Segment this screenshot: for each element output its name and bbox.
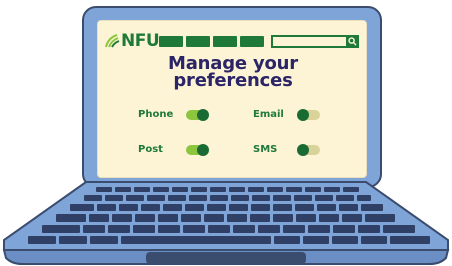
main-nav: [159, 36, 264, 47]
pref-label-email: Email: [253, 109, 284, 120]
toggle-knob: [297, 109, 309, 121]
nav-item-1[interactable]: [159, 36, 183, 47]
search-icon: [348, 37, 357, 46]
nfu-logo[interactable]: NFU: [104, 31, 160, 51]
toggle-post[interactable]: [186, 144, 209, 156]
site-header: NFU: [104, 31, 362, 51]
page-title: Manage your preferences: [98, 55, 368, 91]
pref-label-phone: Phone: [138, 109, 174, 120]
toggle-knob: [197, 109, 209, 121]
laptop-screen: NFU Manage your preferences Phone Email …: [97, 20, 367, 178]
laptop-keyboard-base: [2, 181, 450, 265]
laptop-illustration: NFU Manage your preferences Phone Email …: [0, 0, 452, 266]
nfu-logo-icon: [105, 34, 120, 48]
toggle-knob: [297, 144, 309, 156]
toggle-sms[interactable]: [297, 144, 320, 156]
pref-label-sms: SMS: [253, 144, 278, 155]
search-input[interactable]: [271, 35, 359, 48]
trackpad[interactable]: [146, 252, 306, 264]
toggle-knob: [197, 144, 209, 156]
pref-label-post: Post: [138, 144, 163, 155]
nav-item-3[interactable]: [213, 36, 237, 47]
page-title-line-2: preferences: [173, 70, 293, 91]
nav-item-2[interactable]: [186, 36, 210, 47]
logo-text: NFU: [121, 31, 160, 51]
nav-item-4[interactable]: [240, 36, 264, 47]
toggle-phone[interactable]: [186, 109, 209, 121]
search-button[interactable]: [346, 35, 359, 48]
toggle-email[interactable]: [297, 109, 320, 121]
